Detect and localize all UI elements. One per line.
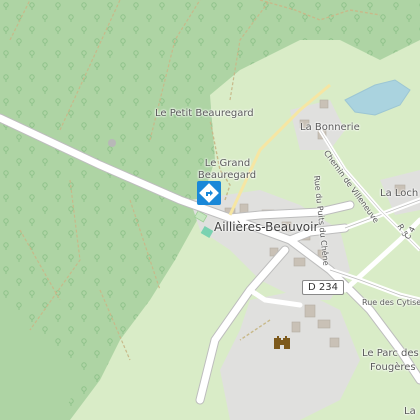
label-le-grand: Le Grand <box>204 158 251 169</box>
label-la-corner: La <box>404 406 416 417</box>
label-rue-cytises: Rue des Cytises <box>362 298 420 307</box>
map-view[interactable]: Le Petit Beauregard Le Grand Beauregard … <box>0 0 420 420</box>
label-la-bonnerie: La Bonnerie <box>300 122 360 133</box>
road-shield-d234: D 234 <box>302 280 344 295</box>
label-la-loche: La Loch <box>380 188 419 199</box>
label-le-petit-beauregard: Le Petit Beauregard <box>155 108 254 119</box>
map-canvas <box>0 0 420 420</box>
rock-marker <box>108 139 116 147</box>
label-fougeres: Fougères <box>370 362 416 373</box>
diamond-turn-icon[interactable] <box>196 180 222 206</box>
label-le-parc: Le Parc des <box>362 348 419 359</box>
label-aillieres-beauvoir: Aillières-Beauvoir <box>214 220 319 234</box>
castle-icon <box>273 334 291 350</box>
